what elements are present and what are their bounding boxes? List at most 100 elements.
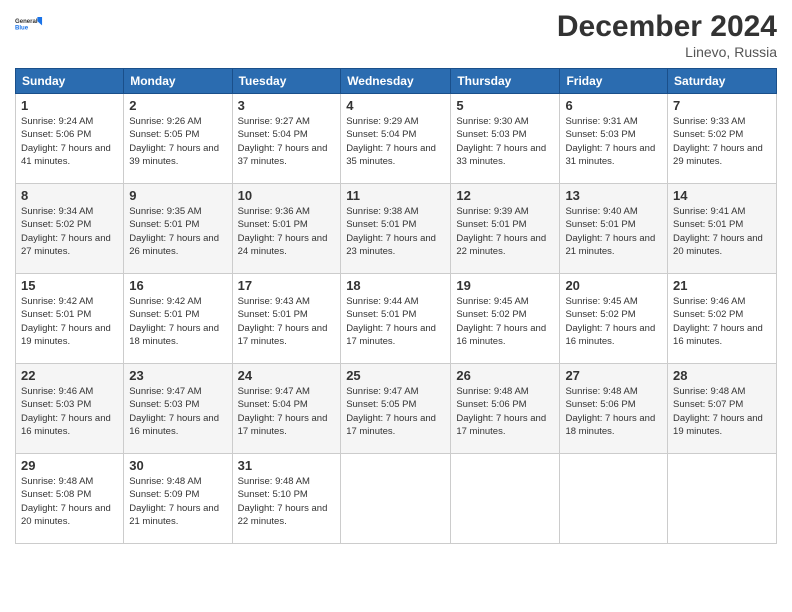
header-saturday: Saturday [668,69,777,94]
day-number: 18 [346,278,445,293]
calendar-cell: 14 Sunrise: 9:41 AMSunset: 5:01 PMDaylig… [668,184,777,274]
calendar-cell: 19 Sunrise: 9:45 AMSunset: 5:02 PMDaylig… [451,274,560,364]
calendar-cell: 9 Sunrise: 9:35 AMSunset: 5:01 PMDayligh… [124,184,232,274]
calendar-cell: 23 Sunrise: 9:47 AMSunset: 5:03 PMDaylig… [124,364,232,454]
day-number: 1 [21,98,118,113]
month-title: December 2024 [557,10,777,44]
title-block: December 2024 Linevo, Russia [557,10,777,60]
svg-text:General: General [15,19,38,25]
day-info: Sunrise: 9:48 AMSunset: 5:06 PMDaylight:… [456,386,546,437]
calendar-cell: 29 Sunrise: 9:48 AMSunset: 5:08 PMDaylig… [16,454,124,544]
logo-icon: GeneralBlue [15,10,43,38]
page: GeneralBlue December 2024 Linevo, Russia… [0,0,792,612]
day-info: Sunrise: 9:24 AMSunset: 5:06 PMDaylight:… [21,116,111,167]
day-info: Sunrise: 9:48 AMSunset: 5:06 PMDaylight:… [565,386,655,437]
calendar-cell: 25 Sunrise: 9:47 AMSunset: 5:05 PMDaylig… [341,364,451,454]
calendar-row: 15 Sunrise: 9:42 AMSunset: 5:01 PMDaylig… [16,274,777,364]
day-number: 25 [346,368,445,383]
day-number: 23 [129,368,226,383]
calendar-cell [560,454,668,544]
day-info: Sunrise: 9:31 AMSunset: 5:03 PMDaylight:… [565,116,655,167]
calendar-cell: 4 Sunrise: 9:29 AMSunset: 5:04 PMDayligh… [341,94,451,184]
calendar: Sunday Monday Tuesday Wednesday Thursday… [15,68,777,544]
day-number: 28 [673,368,771,383]
day-info: Sunrise: 9:40 AMSunset: 5:01 PMDaylight:… [565,206,655,257]
day-number: 29 [21,458,118,473]
calendar-cell: 5 Sunrise: 9:30 AMSunset: 5:03 PMDayligh… [451,94,560,184]
day-number: 21 [673,278,771,293]
calendar-cell: 16 Sunrise: 9:42 AMSunset: 5:01 PMDaylig… [124,274,232,364]
calendar-cell: 1 Sunrise: 9:24 AMSunset: 5:06 PMDayligh… [16,94,124,184]
header-monday: Monday [124,69,232,94]
header-sunday: Sunday [16,69,124,94]
calendar-cell: 8 Sunrise: 9:34 AMSunset: 5:02 PMDayligh… [16,184,124,274]
day-number: 9 [129,188,226,203]
day-info: Sunrise: 9:48 AMSunset: 5:09 PMDaylight:… [129,476,219,527]
day-number: 3 [238,98,336,113]
day-number: 7 [673,98,771,113]
day-info: Sunrise: 9:34 AMSunset: 5:02 PMDaylight:… [21,206,111,257]
day-info: Sunrise: 9:39 AMSunset: 5:01 PMDaylight:… [456,206,546,257]
day-number: 12 [456,188,554,203]
day-number: 27 [565,368,662,383]
day-number: 14 [673,188,771,203]
day-info: Sunrise: 9:26 AMSunset: 5:05 PMDaylight:… [129,116,219,167]
day-info: Sunrise: 9:47 AMSunset: 5:03 PMDaylight:… [129,386,219,437]
header-thursday: Thursday [451,69,560,94]
calendar-cell: 28 Sunrise: 9:48 AMSunset: 5:07 PMDaylig… [668,364,777,454]
calendar-cell: 15 Sunrise: 9:42 AMSunset: 5:01 PMDaylig… [16,274,124,364]
location: Linevo, Russia [557,44,777,60]
calendar-row: 1 Sunrise: 9:24 AMSunset: 5:06 PMDayligh… [16,94,777,184]
day-number: 11 [346,188,445,203]
day-info: Sunrise: 9:41 AMSunset: 5:01 PMDaylight:… [673,206,763,257]
calendar-cell: 10 Sunrise: 9:36 AMSunset: 5:01 PMDaylig… [232,184,341,274]
calendar-cell: 17 Sunrise: 9:43 AMSunset: 5:01 PMDaylig… [232,274,341,364]
calendar-row: 22 Sunrise: 9:46 AMSunset: 5:03 PMDaylig… [16,364,777,454]
day-info: Sunrise: 9:43 AMSunset: 5:01 PMDaylight:… [238,296,328,347]
calendar-cell: 27 Sunrise: 9:48 AMSunset: 5:06 PMDaylig… [560,364,668,454]
day-info: Sunrise: 9:27 AMSunset: 5:04 PMDaylight:… [238,116,328,167]
day-info: Sunrise: 9:42 AMSunset: 5:01 PMDaylight:… [129,296,219,347]
day-info: Sunrise: 9:44 AMSunset: 5:01 PMDaylight:… [346,296,436,347]
calendar-cell: 30 Sunrise: 9:48 AMSunset: 5:09 PMDaylig… [124,454,232,544]
calendar-cell: 31 Sunrise: 9:48 AMSunset: 5:10 PMDaylig… [232,454,341,544]
day-info: Sunrise: 9:36 AMSunset: 5:01 PMDaylight:… [238,206,328,257]
day-info: Sunrise: 9:48 AMSunset: 5:07 PMDaylight:… [673,386,763,437]
day-info: Sunrise: 9:48 AMSunset: 5:08 PMDaylight:… [21,476,111,527]
calendar-cell: 13 Sunrise: 9:40 AMSunset: 5:01 PMDaylig… [560,184,668,274]
header-wednesday: Wednesday [341,69,451,94]
day-number: 13 [565,188,662,203]
calendar-cell: 18 Sunrise: 9:44 AMSunset: 5:01 PMDaylig… [341,274,451,364]
day-number: 15 [21,278,118,293]
day-info: Sunrise: 9:33 AMSunset: 5:02 PMDaylight:… [673,116,763,167]
day-info: Sunrise: 9:35 AMSunset: 5:01 PMDaylight:… [129,206,219,257]
day-info: Sunrise: 9:30 AMSunset: 5:03 PMDaylight:… [456,116,546,167]
day-number: 17 [238,278,336,293]
header: GeneralBlue December 2024 Linevo, Russia [15,10,777,60]
calendar-cell: 22 Sunrise: 9:46 AMSunset: 5:03 PMDaylig… [16,364,124,454]
header-friday: Friday [560,69,668,94]
day-number: 6 [565,98,662,113]
calendar-cell: 11 Sunrise: 9:38 AMSunset: 5:01 PMDaylig… [341,184,451,274]
day-info: Sunrise: 9:42 AMSunset: 5:01 PMDaylight:… [21,296,111,347]
day-number: 31 [238,458,336,473]
calendar-cell: 7 Sunrise: 9:33 AMSunset: 5:02 PMDayligh… [668,94,777,184]
calendar-row: 8 Sunrise: 9:34 AMSunset: 5:02 PMDayligh… [16,184,777,274]
calendar-cell: 24 Sunrise: 9:47 AMSunset: 5:04 PMDaylig… [232,364,341,454]
calendar-cell: 21 Sunrise: 9:46 AMSunset: 5:02 PMDaylig… [668,274,777,364]
day-number: 24 [238,368,336,383]
day-number: 4 [346,98,445,113]
day-info: Sunrise: 9:47 AMSunset: 5:05 PMDaylight:… [346,386,436,437]
svg-text:Blue: Blue [15,26,29,32]
day-number: 19 [456,278,554,293]
day-number: 30 [129,458,226,473]
day-number: 5 [456,98,554,113]
day-info: Sunrise: 9:29 AMSunset: 5:04 PMDaylight:… [346,116,436,167]
calendar-cell: 20 Sunrise: 9:45 AMSunset: 5:02 PMDaylig… [560,274,668,364]
day-number: 8 [21,188,118,203]
day-info: Sunrise: 9:47 AMSunset: 5:04 PMDaylight:… [238,386,328,437]
calendar-cell: 3 Sunrise: 9:27 AMSunset: 5:04 PMDayligh… [232,94,341,184]
day-info: Sunrise: 9:38 AMSunset: 5:01 PMDaylight:… [346,206,436,257]
day-number: 16 [129,278,226,293]
day-number: 26 [456,368,554,383]
